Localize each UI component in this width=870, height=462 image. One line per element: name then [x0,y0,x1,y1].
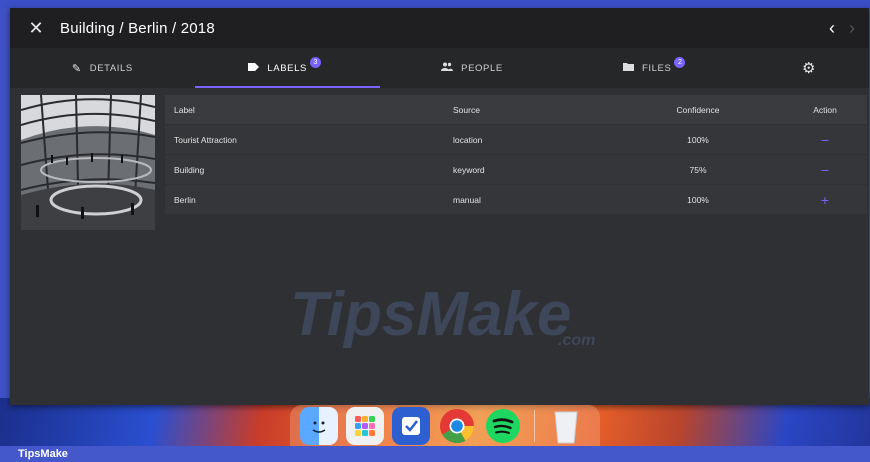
labels-count-badge: 3 [309,56,321,68]
pencil-icon: ✎ [71,62,82,75]
label-confidence: 100% [687,134,709,145]
tab-files[interactable]: FILES 2 [564,48,749,88]
photo-detail-window: ✕ Building / Berlin / 2018 ‹ › ✎ DETAILS… [10,8,869,405]
trash-icon[interactable] [547,407,585,445]
header-confidence[interactable]: Confidence [613,105,783,115]
tab-details[interactable]: ✎ DETAILS [10,48,195,88]
label-name: Tourist Attraction [174,134,237,145]
gear-icon: ⚙ [802,60,817,77]
tab-bar: ✎ DETAILS LABELS 3 PEOPLE FILES 2 ⚙ [10,48,869,88]
label-source: manual [453,194,481,205]
label-source: keyword [453,164,485,175]
table-header: Label Source Confidence Action [165,95,867,125]
svg-text:.com: .com [558,332,595,349]
labels-table: Label Source Confidence Action Tourist A… [165,95,867,215]
remove-label-button[interactable]: − [821,162,829,178]
add-label-button[interactable]: + [821,192,829,208]
tab-labels[interactable]: LABELS 3 [194,48,380,88]
close-icon[interactable]: ✕ [22,18,50,39]
label-name: Building [174,164,205,175]
header-action: Action [813,104,837,115]
tab-files-label: FILES [642,62,672,74]
screen-top-strip [0,0,870,8]
header-label[interactable]: Label [165,105,453,115]
window-title: Building / Berlin / 2018 [60,19,215,37]
macos-dock [290,405,600,447]
launchpad-icon[interactable] [346,407,384,445]
dock-separator [534,410,535,442]
tipsmake-watermark: TipsMake .com [290,280,595,349]
remove-label-button[interactable]: − [821,132,829,148]
svg-text:TipsMake: TipsMake [290,280,571,349]
chrome-icon[interactable] [438,407,476,445]
files-count-badge: 2 [674,56,686,68]
photo-thumbnail[interactable] [21,95,155,230]
photo-navigation: ‹ › [829,18,855,39]
previous-photo-icon[interactable]: ‹ [829,18,835,39]
next-photo-icon[interactable]: › [849,18,855,39]
brand-label: TipsMake [18,448,68,460]
tab-settings[interactable]: ⚙ [749,48,869,88]
finder-icon[interactable] [300,407,338,445]
tab-labels-label: LABELS [267,62,307,74]
tab-people[interactable]: PEOPLE [380,48,565,88]
label-name: Berlin [174,194,196,205]
label-confidence: 100% [687,194,709,205]
people-icon [441,62,454,74]
spotify-icon[interactable] [484,407,522,445]
header-source[interactable]: Source [453,105,613,115]
labels-panel: Label Source Confidence Action Tourist A… [10,88,869,405]
tab-details-label: DETAILS [89,62,133,74]
table-row: Building keyword 75% − [165,155,867,185]
tab-people-label: PEOPLE [461,62,503,74]
label-confidence: 75% [689,164,707,175]
tasks-app-icon[interactable] [392,407,430,445]
table-row: Tourist Attraction location 100% − [165,125,867,155]
title-bar: ✕ Building / Berlin / 2018 ‹ › [10,8,869,48]
tipsmake-brand-bar: TipsMake [0,446,870,462]
label-tag-icon [248,62,260,74]
table-row: Berlin manual 100% + [165,185,867,215]
label-source: location [453,134,483,145]
folder-icon [623,62,635,74]
